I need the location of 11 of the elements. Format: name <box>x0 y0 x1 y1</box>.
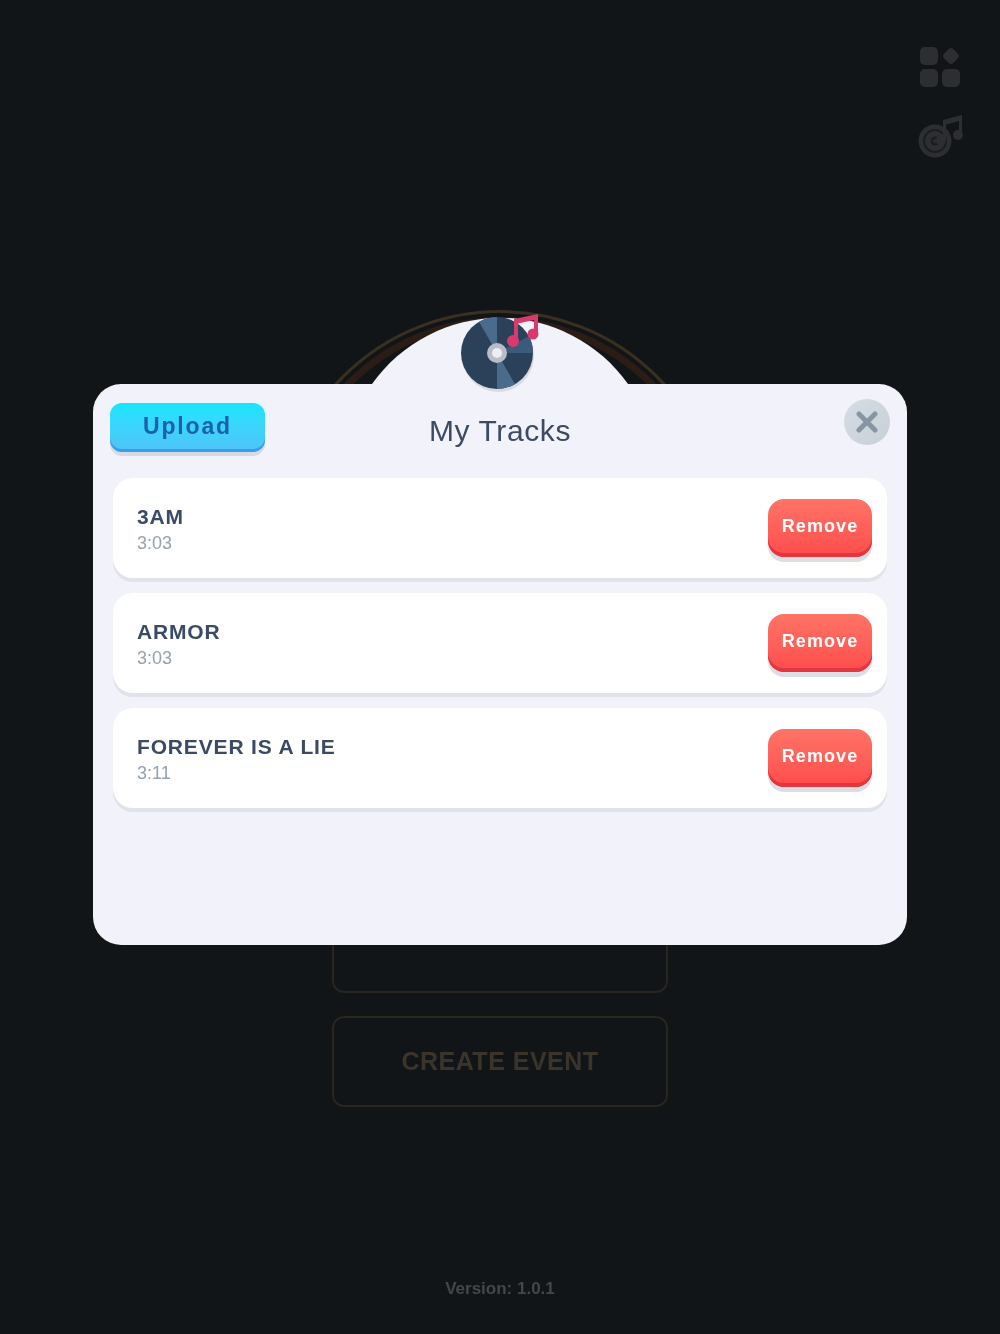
track-duration: 3:03 <box>137 647 174 669</box>
track-title: ARMOR <box>137 619 221 644</box>
grid-icon[interactable] <box>920 47 961 88</box>
close-button[interactable] <box>844 399 890 445</box>
track-title: 3AM <box>137 504 184 529</box>
track-title: FOREVER IS A LIE <box>137 734 336 759</box>
track-duration: 3:03 <box>137 532 174 554</box>
close-icon <box>856 411 878 433</box>
disc-note-icon[interactable] <box>918 113 963 158</box>
dialog-title: My Tracks <box>428 413 572 449</box>
track-duration: 3:11 <box>137 762 172 784</box>
